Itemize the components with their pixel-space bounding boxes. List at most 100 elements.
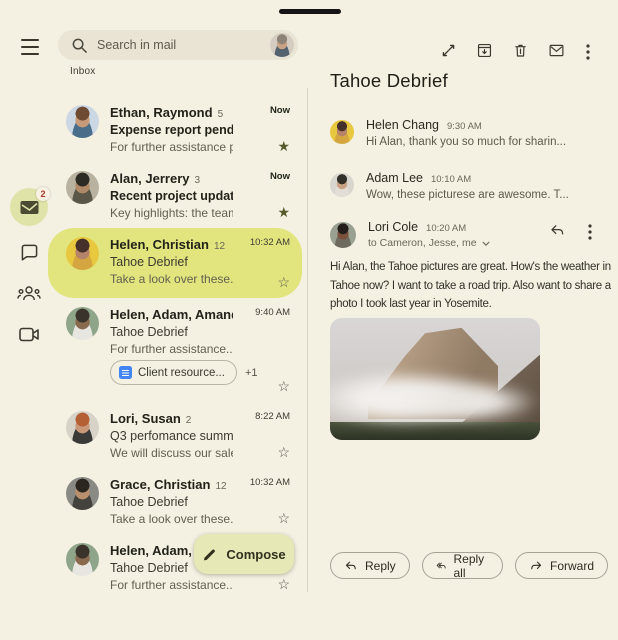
snippet: Key highlights: the team has a... [110,206,233,220]
timestamp: 10:32 AM [250,477,290,488]
yosemite-photo-attachment[interactable] [330,318,540,440]
subject: Tahoe Debrief [110,325,233,339]
inbox-list: Ethan, Raymond 5 Expense report pending F… [48,96,302,600]
reply-icon [344,559,358,573]
list-item[interactable]: Alan, Jerrery 3 Recent project updates Ke… [48,162,302,228]
snippet: For further assistance please... [110,140,233,154]
reply-all-icon [436,559,447,573]
list-item[interactable]: Grace, Christian12 Tahoe Debrief Take a … [48,468,302,534]
sender-name: Helen Chang [366,118,439,132]
star-icon[interactable]: ☆ [277,379,290,393]
mark-unread-icon[interactable] [548,42,565,59]
account-avatar[interactable] [270,33,294,57]
inbox-section-label: Inbox [70,66,95,77]
subject: Expense report pending [110,123,233,137]
search-input[interactable] [97,38,261,52]
message-count: 3 [195,175,201,186]
forward-button[interactable]: Forward [515,552,608,579]
subject: Tahoe Debrief [110,255,233,269]
message-count: 12 [214,241,225,252]
recipients: to Cameron, Jesse, me [368,237,477,249]
attachment-chip[interactable]: Client resource... [110,360,237,385]
reply-label: Reply [365,559,396,573]
list-item[interactable]: Lori, Susan2 Q3 perfomance summary We wi… [48,402,302,468]
star-icon[interactable]: ★ [277,205,290,219]
avatar [330,222,356,248]
expanded-message-header[interactable]: Lori Cole 10:20 AM to Cameron, Jesse, me [330,220,598,249]
star-icon[interactable]: ☆ [277,275,290,289]
avatar[interactable] [66,105,99,138]
snippet: Take a look over these... [110,512,233,526]
mail-icon [20,200,39,215]
sender-names: Ethan, Raymond [110,105,213,120]
avatar[interactable] [66,543,99,576]
taskbar: 31 + [0,594,618,640]
search-icon [71,37,88,54]
search-bar[interactable] [58,30,298,60]
avatar[interactable] [66,171,99,204]
menu-icon[interactable] [19,38,43,56]
avatar[interactable] [66,237,99,270]
avatar [330,120,354,144]
star-icon[interactable]: ★ [277,139,290,153]
star-icon[interactable]: ☆ [277,445,290,459]
avatar[interactable] [66,411,99,444]
collapsed-message[interactable]: Adam Lee10:10 AM Wow, these picturese ar… [330,171,598,201]
sender-name: Lori Cole [368,220,418,234]
timestamp: 9:40 AM [255,307,290,318]
photo-fog [404,381,541,422]
collapsed-message[interactable]: Helen Chang 9:30 AM Hi Alan, thank you so… [330,118,598,148]
message-snippet: Wow, these picturese are awesome. T... [366,189,598,201]
list-item-selected[interactable]: Helen, Christian12 Tahoe Debrief Take a … [48,228,302,298]
sender-names: Helen, Adam, Amanda [110,307,233,322]
attachment-extra-count: +1 [245,367,258,379]
attachment-label: Client resource... [138,367,225,379]
delete-icon[interactable] [512,42,529,59]
conversation-pane: Tahoe Debrief Helen Chang 9:30 AM Hi Alan… [320,0,608,600]
thread-title: Tahoe Debrief [330,70,448,92]
avatar[interactable] [66,307,99,340]
forward-icon [529,559,543,573]
rail-spaces-tab[interactable] [10,274,48,312]
subject: Tahoe Debrief [110,495,233,509]
archive-icon[interactable] [476,42,493,59]
compose-button[interactable]: Compose [194,534,294,574]
message-count: 12 [215,481,226,492]
snippet: We will discuss our sales... [110,446,233,460]
timestamp: 8:22 AM [255,411,290,422]
pane-divider [307,88,308,592]
compose-label: Compose [226,547,285,562]
chevron-down-icon [481,239,491,248]
video-camera-icon [19,327,40,342]
subject: Recent project updates [110,189,233,203]
snippet: Take a look over these... [110,272,233,286]
sender-names: Alan, Jerrery [110,171,190,186]
gmail-tablet-screen: Inbox 2 Ethan, Raymond 5 Expense report p… [0,0,618,640]
reply-icon[interactable] [549,222,566,239]
subject: Q3 perfomance summary [110,429,233,443]
message-body: Hi Alan, the Tahoe pictures are great. H… [330,258,615,314]
avatar[interactable] [66,477,99,510]
reply-all-button[interactable]: Reply all [422,552,503,579]
timestamp: 10:32 AM [250,237,290,248]
rail-meet-tab[interactable] [10,315,48,353]
timestamp: Now [270,105,290,116]
message-time: 10:10 AM [431,174,471,185]
message-time: 9:30 AM [447,121,482,132]
rail-mail-tab[interactable]: 2 [10,188,48,226]
rail-chat-tab[interactable] [10,233,48,271]
message-snippet: Hi Alan, thank you so much for sharin... [366,136,598,148]
more-options-icon[interactable] [584,42,592,59]
star-icon[interactable]: ☆ [277,577,290,591]
message-count: 5 [218,109,224,120]
timestamp: Now [270,171,290,182]
star-icon[interactable]: ☆ [277,511,290,525]
list-item[interactable]: Helen, Adam, Amanda4 Tahoe Debrief For f… [48,298,302,402]
message-count: 2 [186,415,192,426]
message-time: 10:20 AM [426,223,466,234]
expand-icon[interactable] [440,42,457,59]
snippet: For further assistance... [110,342,233,356]
message-more-icon[interactable] [586,222,594,239]
reply-button[interactable]: Reply [330,552,410,579]
list-item[interactable]: Ethan, Raymond 5 Expense report pending F… [48,96,302,162]
